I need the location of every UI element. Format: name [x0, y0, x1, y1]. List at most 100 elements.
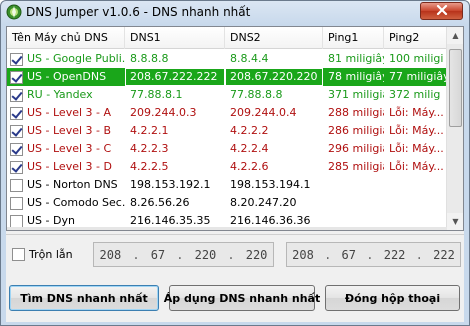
separator-line	[6, 234, 464, 235]
row-checkbox[interactable]	[10, 196, 23, 210]
ip-dot: .	[324, 247, 332, 262]
table-row[interactable]: US - Level 3 - C 4.2.2.3 4.2.2.4 296 miligi…	[7, 140, 447, 158]
row-checkbox[interactable]	[10, 178, 23, 192]
dns-name-label: US - Level 3 - B	[27, 124, 112, 137]
ping2-cell	[384, 230, 447, 231]
ip-dot: .	[227, 247, 235, 262]
dns2-cell: 198.153.194.1	[230, 178, 311, 191]
secondary-dns-ip-field[interactable]: 208 . 67 . 222 . 222	[286, 242, 461, 267]
dns-name-label: US - OpenNIC	[27, 230, 102, 231]
dns1-cell: 4.2.2.1	[130, 124, 169, 137]
column-header-dns1[interactable]: DNS1	[125, 27, 225, 49]
dns-name-cell: US - OpenNIC	[7, 230, 125, 231]
apply-fastest-dns-button[interactable]: Áp dụng DNS nhanh nhất	[164, 285, 320, 311]
dns-name-cell: US - Norton DNS	[7, 176, 125, 194]
row-checkbox[interactable]	[10, 142, 23, 156]
column-header-ping1[interactable]: Ping1	[323, 27, 384, 49]
dns-name-label: US - Level 3 - A	[27, 106, 112, 119]
row-checkbox[interactable]	[10, 160, 23, 174]
ip-dot: .	[415, 247, 423, 262]
ip-octet[interactable]: 208	[100, 248, 122, 262]
dns1-cell: 77.88.8.1	[130, 88, 183, 101]
ping2-cell	[384, 194, 447, 212]
dns2-cell: 64.0.55.201	[225, 230, 323, 231]
dns-name-cell: US - Level 3 - A	[7, 104, 125, 122]
ping2-cell: Lỗi: Máy...	[389, 106, 444, 119]
chevron-up-icon[interactable]: ▲	[447, 27, 463, 44]
dns-server-list[interactable]: Tên Máy chủ DNS DNS1 DNS2 Ping1 Ping2 US…	[6, 26, 464, 231]
dns1-cell: 8.26.56.26	[130, 196, 190, 209]
horizontal-scrollbar[interactable]	[7, 227, 447, 230]
dns1-cell: 8.8.8.8	[130, 52, 169, 65]
ping1-cell: 371 miligiây	[328, 88, 384, 101]
dns-name-label: RU - Yandex	[27, 88, 93, 101]
ping1-cell: 81 miligiây	[328, 52, 384, 65]
column-header-ping2[interactable]: Ping2	[384, 27, 447, 49]
dns-name-label: US - Norton DNS	[27, 178, 118, 191]
close-window-button[interactable]	[420, 2, 463, 20]
table-row[interactable]: US - Comodo Sec... 8.26.56.26 8.20.247.20	[7, 194, 447, 212]
ip-octet[interactable]: 67	[151, 248, 165, 262]
vertical-scrollbar[interactable]: ▲ ▼	[446, 27, 463, 230]
ping2-cell: 100 miligi	[389, 52, 444, 65]
table-row[interactable]: US - Level 3 - A 209.244.0.3 209.244.0.4 28…	[7, 104, 447, 122]
table-row[interactable]: US - Norton DNS 198.153.192.1 198.153.194.…	[7, 176, 447, 194]
dns1-cell: 198.153.192.1	[130, 178, 211, 191]
shuffle-checkbox[interactable]	[12, 248, 25, 261]
ip-octet[interactable]: 222	[384, 248, 406, 262]
title-bar[interactable]: DNS Jumper v1.0.6 - DNS nhanh nhất	[1, 1, 469, 25]
dns-name-label: US - Google Publi...	[27, 52, 125, 65]
dns-name-cell: US - Google Publi...	[7, 50, 125, 68]
table-row[interactable]: US - Level 3 - D 4.2.2.5 4.2.2.6 285 miligi…	[7, 158, 447, 176]
row-checkbox[interactable]	[10, 70, 23, 84]
dns-jumper-window: DNS Jumper v1.0.6 - DNS nhanh nhất Tên M…	[0, 0, 470, 326]
dns-jumper-app-icon	[6, 4, 22, 20]
ping1-cell	[323, 194, 384, 212]
row-checkbox[interactable]	[10, 106, 23, 120]
table-row[interactable]: US - Google Publi... 8.8.8.8 8.8.4.4 81 mil…	[7, 50, 447, 68]
dns1-cell: 208.67.222.222	[125, 68, 225, 86]
row-checkbox[interactable]	[10, 214, 23, 228]
dns-name-label: US - Level 3 - D	[27, 160, 112, 173]
ip-octet[interactable]: 222	[433, 248, 455, 262]
table-row[interactable]: RU - Yandex 77.88.8.1 77.88.8.8 371 miligiâ…	[7, 86, 447, 104]
column-header-dns2[interactable]: DNS2	[225, 27, 323, 49]
close-dialog-button[interactable]: Đóng hộp thoại	[325, 285, 460, 311]
shuffle-label: Trộn lẫn	[29, 248, 73, 261]
chevron-down-icon[interactable]: ▼	[447, 213, 463, 230]
ip-octet[interactable]: 208	[292, 248, 314, 262]
ping2-cell: Lỗi: Máy...	[389, 124, 444, 137]
table-row[interactable]: US - Level 3 - B 4.2.2.1 4.2.2.2 286 miligi…	[7, 122, 447, 140]
dns2-cell: 77.88.8.8	[230, 88, 283, 101]
list-body: US - Google Publi... 8.8.8.8 8.8.4.4 81 mil…	[7, 50, 447, 231]
ip-dot: .	[366, 247, 374, 262]
ip-octet[interactable]: 220	[246, 248, 268, 262]
dialog-client-area: Tên Máy chủ DNS DNS1 DNS2 Ping1 Ping2 US…	[6, 26, 464, 322]
dns-name-cell: US - OpenDNS	[7, 68, 125, 86]
dns2-cell: 4.2.2.2	[230, 124, 269, 137]
list-header: Tên Máy chủ DNS DNS1 DNS2 Ping1 Ping2	[7, 27, 447, 49]
window-title: DNS Jumper v1.0.6 - DNS nhanh nhất	[26, 5, 251, 19]
dns-name-cell: US - Level 3 - D	[7, 158, 125, 176]
table-row[interactable]: US - OpenDNS 208.67.222.222 208.67.220.220…	[7, 68, 447, 86]
column-header-name[interactable]: Tên Máy chủ DNS	[7, 27, 125, 49]
row-checkbox[interactable]	[10, 124, 23, 138]
ping1-cell	[323, 230, 384, 231]
row-checkbox[interactable]	[10, 88, 23, 102]
row-checkbox[interactable]	[10, 52, 23, 66]
ping1-cell: 296 miligiây	[328, 142, 384, 155]
ip-octet[interactable]: 220	[195, 248, 217, 262]
close-icon	[436, 4, 448, 18]
ip-octet[interactable]: 67	[342, 248, 356, 262]
find-fastest-dns-button[interactable]: Tìm DNS nhanh nhất	[9, 285, 159, 311]
primary-dns-ip-field[interactable]: 208 . 67 . 220 . 220	[93, 242, 274, 267]
dns2-cell: 4.2.2.6	[230, 160, 269, 173]
dns-name-label: US - Comodo Sec...	[27, 196, 125, 209]
ping2-cell: Lỗi: Máy...	[389, 142, 444, 155]
shuffle-option[interactable]: Trộn lẫn	[12, 248, 73, 261]
dns-name-label: US - Level 3 - C	[27, 142, 112, 155]
table-row[interactable]: US - OpenNIC 74.207.247.464.0.55.201	[7, 230, 447, 231]
ping1-cell: 285 miligiây	[328, 160, 384, 173]
ping2-cell: 77 miligiây	[389, 70, 447, 83]
scrollbar-thumb[interactable]	[449, 49, 462, 127]
